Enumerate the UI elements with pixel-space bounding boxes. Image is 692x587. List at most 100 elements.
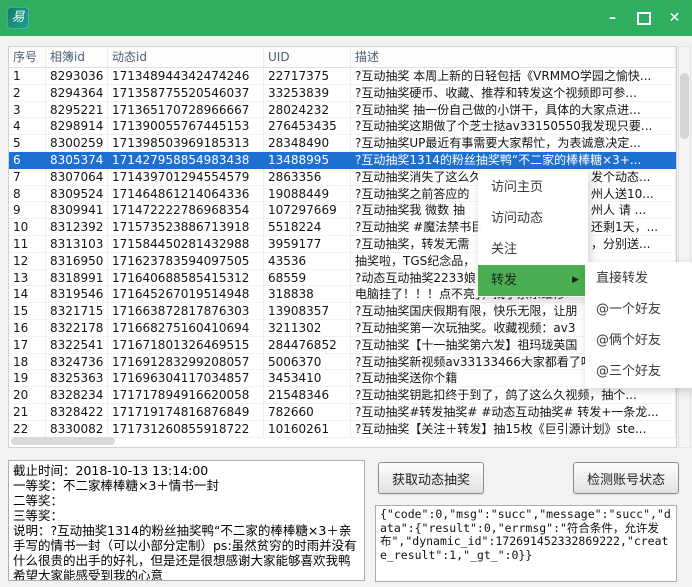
cell-uid: 19088449 — [264, 186, 351, 203]
cell-album-id: 8307064 — [46, 169, 108, 186]
app-icon: 易 — [7, 7, 29, 29]
cell-album-id: 8319546 — [46, 286, 108, 303]
table-row[interactable]: 1829303617134894434247424622717375?互动抽奖 … — [9, 68, 676, 85]
column-header[interactable]: 描述 — [351, 47, 676, 67]
cell-dynamic-id: 171717894916620058 — [108, 387, 264, 404]
table-row[interactable]: 5830025917139850396918531328348490?互动抽奖U… — [9, 135, 676, 152]
desc-text: ?互动抽奖这期做了个芝士挞av33150550我发现只要... — [355, 119, 652, 133]
menu-item-label: 访问主页 — [491, 180, 543, 195]
table-row[interactable]: 48298914171390055767445153276453435?互动抽奖… — [9, 118, 676, 135]
window-controls: – ✕ — [597, 0, 690, 36]
cell-seq: 12 — [9, 253, 46, 270]
cell-seq: 20 — [9, 387, 46, 404]
desc-text: ?互动抽奖新视频av33133466大家都看了吗 — [355, 355, 593, 369]
title-bar: 易 – ✕ — [0, 0, 692, 36]
cell-uid: 5006370 — [264, 354, 351, 371]
cell-seq: 1 — [9, 68, 46, 85]
table-row[interactable]: 15832171517166387281787630313908357?互动抽奖… — [9, 303, 676, 320]
cell-dynamic-id: 171645267019514948 — [108, 286, 264, 303]
cell-album-id: 8330082 — [46, 421, 108, 438]
cell-dynamic-id: 171348944342474246 — [108, 68, 264, 85]
maximize-button[interactable] — [628, 0, 659, 36]
table-row[interactable]: 6830537417142795885498343813488995?互动抽奖1… — [9, 152, 676, 169]
cell-desc: ?互动抽奖硬币、收藏、推荐和转发这个视频即可参... — [351, 85, 676, 102]
column-header[interactable]: 动态id — [108, 47, 264, 67]
vertical-scrollbar-thumb[interactable] — [680, 73, 689, 139]
cell-dynamic-id: 171731260855918722 — [108, 421, 264, 438]
table-row[interactable]: 178322541171671801326469515284476852?互动抽… — [9, 337, 676, 354]
fetch-lottery-button[interactable]: 获取动态抽奖 — [378, 462, 484, 494]
desc-tail-text: 州人送10... — [591, 186, 654, 203]
cell-desc: ?互动抽奖 本周上新的日轻包括《VRMMO学园之愉快... — [351, 68, 676, 85]
cell-album-id: 8316950 — [46, 253, 108, 270]
cell-dynamic-id: 171668275160410694 — [108, 320, 264, 337]
horizontal-scrollbar-thumb[interactable] — [11, 437, 115, 445]
table-row[interactable]: 1983253631716963041170348573453410?互动抽奖送… — [9, 370, 676, 387]
desc-text: ?互动抽奖UP最近有事需要大家帮忙，为表诚意决定... — [355, 136, 641, 150]
column-header[interactable]: 序号 — [9, 47, 46, 67]
cell-seq: 22 — [9, 421, 46, 438]
context-menu-item-访问主页[interactable]: 访问主页 — [478, 172, 588, 203]
table-row[interactable]: 1883247361716912832992080575006370?互动抽奖新… — [9, 354, 676, 371]
cell-uid: 28024232 — [264, 102, 351, 119]
table-row[interactable]: 22833008217173126085591872210160261?互动抽奖… — [9, 421, 676, 438]
check-account-button[interactable]: 检测账号状态 — [573, 462, 679, 494]
context-menu-item-访问动态[interactable]: 访问动态 — [478, 203, 588, 234]
cell-seq: 2 — [9, 85, 46, 102]
context-menu-item-关注[interactable]: 关注 — [478, 234, 588, 265]
cell-album-id: 8324736 — [46, 354, 108, 371]
table-row[interactable]: 2829436417135877552054603733253839?互动抽奖硬… — [9, 85, 676, 102]
cell-desc: ?互动抽奖 抽一份自己做的小饼干，具体的大家点进... — [351, 102, 676, 119]
forward-submenu: 直接转发@一个好友@俩个好友@三个好友 — [585, 262, 692, 388]
desc-text: ?互动抽奖我 微数 抽 — [355, 203, 465, 217]
cell-uid: 5518224 — [264, 219, 351, 236]
cell-desc: ?互动抽奖UP最近有事需要大家帮忙，为表诚意决定... — [351, 135, 676, 152]
column-header[interactable]: UID — [264, 47, 351, 67]
table-row[interactable]: 20832823417171789491662005821548346?互动抽奖… — [9, 387, 676, 404]
cell-album-id: 8328234 — [46, 387, 108, 404]
cell-album-id: 8321715 — [46, 303, 108, 320]
cell-album-id: 8318991 — [46, 270, 108, 287]
cell-dynamic-id: 171623783594097505 — [108, 253, 264, 270]
cell-album-id: 8300259 — [46, 135, 108, 152]
cell-seq: 10 — [9, 219, 46, 236]
context-menu-item-转发[interactable]: 转发▶ — [478, 265, 588, 296]
submenu-arrow-icon: ▶ — [572, 265, 579, 296]
prize-info-box[interactable]: 截止时间：2018-10-13 13:14:00 一等奖：不二家棒棒糖×3＋情书… — [8, 460, 365, 581]
minimize-button[interactable]: – — [597, 0, 628, 36]
api-response-box[interactable]: {"code":0,"msg":"succ","message":"succ",… — [375, 505, 677, 582]
desc-tail-text: 州人 请 ... — [591, 202, 646, 219]
cell-uid: 782660 — [264, 404, 351, 421]
submenu-item-@三个好友[interactable]: @三个好友 — [585, 356, 692, 387]
cell-album-id: 8313103 — [46, 236, 108, 253]
cell-desc: ?互动抽奖钥匙扣终于到了，鸽了这么久视频，抽个... — [351, 387, 676, 404]
desc-text: ?互动抽奖 #魔法禁书目 — [355, 220, 483, 234]
submenu-item-@一个好友[interactable]: @一个好友 — [585, 294, 692, 325]
cell-uid: 68559 — [264, 270, 351, 287]
cell-seq: 4 — [9, 118, 46, 135]
cell-uid: 318838 — [264, 286, 351, 303]
cell-desc: ?互动抽奖#转发抽奖# #动态互动抽奖# 转发+一条龙... — [351, 404, 676, 421]
cell-album-id: 8309941 — [46, 202, 108, 219]
cell-uid: 284476852 — [264, 337, 351, 354]
submenu-item-直接转发[interactable]: 直接转发 — [585, 263, 692, 294]
cell-dynamic-id: 171663872817876303 — [108, 303, 264, 320]
desc-text: ?互动抽奖 本周上新的日轻包括《VRMMO学园之愉快... — [355, 69, 651, 83]
table-row[interactable]: 3829522117136517072896666728024232?互动抽奖 … — [9, 102, 676, 119]
desc-text: ?互动抽奖，转发无需 — [355, 237, 469, 251]
table-row[interactable]: 218328422171719174816876849782660?互动抽奖#转… — [9, 404, 676, 421]
cell-seq: 18 — [9, 354, 46, 371]
cell-uid: 3211302 — [264, 320, 351, 337]
cell-seq: 19 — [9, 370, 46, 387]
cell-seq: 9 — [9, 202, 46, 219]
cell-dynamic-id: 171390055767445153 — [108, 118, 264, 135]
cell-dynamic-id: 171439701294554579 — [108, 169, 264, 186]
cell-seq: 14 — [9, 286, 46, 303]
close-button[interactable]: ✕ — [659, 0, 690, 36]
submenu-item-@俩个好友[interactable]: @俩个好友 — [585, 325, 692, 356]
desc-text: ?互动抽奖之前答应的 — [355, 187, 469, 201]
column-header[interactable]: 相簿id — [46, 47, 108, 67]
cell-uid: 21548346 — [264, 387, 351, 404]
table-row[interactable]: 1683221781716682751604106943211302?互动抽奖第… — [9, 320, 676, 337]
cell-album-id: 8309524 — [46, 186, 108, 203]
